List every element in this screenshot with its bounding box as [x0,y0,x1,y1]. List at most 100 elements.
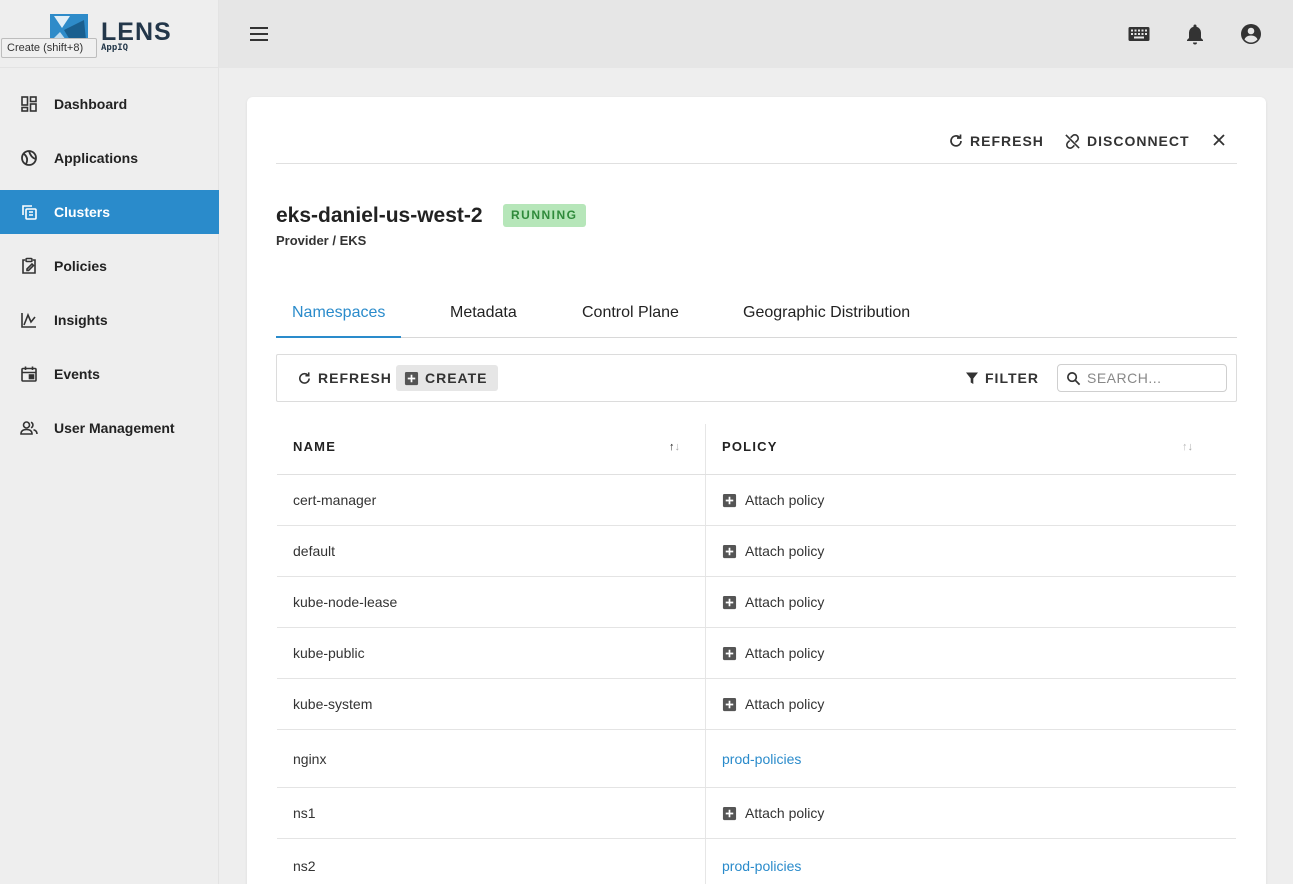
sidebar-item-user-management[interactable]: User Management [0,406,219,450]
attach-policy-button[interactable]: Attach policy [722,594,824,610]
policy-cell: Attach policy [706,788,1236,838]
sidebar-item-label: Applications [54,150,139,166]
sidebar-item-label: User Management [54,420,175,436]
namespace-name: kube-public [277,628,706,678]
sidebar-item-events[interactable]: Events [0,352,219,396]
tooltip: Create (shift+8) [1,38,97,58]
filter-icon [966,372,978,384]
policy-cell: Attach policy [706,628,1236,678]
search-icon [1067,371,1081,385]
add-box-icon [722,544,737,558]
sidebar: LENS AppIQ Create (shift+8) Dashboard Ap… [0,0,219,884]
table-row[interactable]: default Attach policy [277,526,1236,577]
filter-button[interactable]: FILTER [957,365,1049,391]
keyboard-icon[interactable] [1127,22,1151,46]
sort-icon[interactable]: ↑↓ [669,440,680,454]
tab-metadata[interactable]: Metadata [450,295,517,338]
table-row[interactable]: kube-public Attach policy [277,628,1236,679]
table-row[interactable]: ns1 Attach policy [277,788,1236,839]
provider-label: Provider / EKS [276,233,367,248]
policy-link[interactable]: prod-policies [722,858,801,874]
attach-policy-label: Attach policy [745,492,825,508]
status-badge: RUNNING [503,204,586,227]
namespace-name: cert-manager [277,475,706,525]
search-field[interactable] [1057,364,1227,392]
policy-cell: Attach policy [706,475,1236,525]
menu-icon[interactable] [249,24,269,44]
sidebar-nav: Dashboard Applications Clusters Policies… [0,82,219,460]
add-box-icon [722,646,737,660]
sidebar-item-policies[interactable]: Policies [0,244,219,288]
table-row[interactable]: nginx prod-policies [277,730,1236,788]
policy-cell: Attach policy [706,679,1236,729]
attach-policy-label: Attach policy [745,805,825,821]
attach-policy-button[interactable]: Attach policy [722,805,824,821]
table-header: NAME ↑↓ POLICY ↑↓ [277,424,1236,475]
namespace-toolbar: REFRESH CREATE FILTER [276,354,1237,402]
namespace-name: ns2 [277,839,706,884]
sort-icon[interactable]: ↑↓ [1182,440,1193,454]
disconnect-button[interactable]: DISCONNECT [1064,129,1190,153]
namespace-name: ns1 [277,788,706,838]
top-bar [219,0,1293,68]
tab-control-plane[interactable]: Control Plane [582,295,679,338]
create-namespace-button[interactable]: CREATE [396,365,498,391]
policy-cell: prod-policies [706,730,1236,787]
add-box-icon [404,371,419,385]
clusters-icon [20,203,38,221]
attach-policy-label: Attach policy [745,645,825,661]
attach-policy-button[interactable]: Attach policy [722,543,824,559]
bell-icon[interactable] [1183,22,1207,46]
namespace-name: nginx [277,730,706,787]
policy-cell: Attach policy [706,526,1236,576]
sidebar-item-clusters[interactable]: Clusters [0,190,219,234]
sidebar-item-label: Dashboard [54,96,128,112]
policy-link[interactable]: prod-policies [722,751,801,767]
table-row[interactable]: ns2 prod-policies [277,839,1236,884]
sidebar-item-label: Policies [54,258,107,274]
sidebar-item-dashboard[interactable]: Dashboard [0,82,219,126]
link-off-icon [1065,133,1080,149]
add-box-icon [722,697,737,711]
search-input[interactable] [1087,370,1217,386]
add-box-icon [722,806,737,820]
namespace-refresh-label: REFRESH [318,370,392,386]
sidebar-item-label: Clusters [54,204,111,220]
namespaces-table: NAME ↑↓ POLICY ↑↓ cert-manager Attach pol… [277,424,1236,884]
attach-policy-button[interactable]: Attach policy [722,696,824,712]
table-row[interactable]: cert-manager Attach policy [277,475,1236,526]
sidebar-item-applications[interactable]: Applications [0,136,219,180]
attach-policy-button[interactable]: Attach policy [722,645,824,661]
refresh-label: REFRESH [970,133,1044,149]
cluster-detail-card: REFRESH DISCONNECT eks-daniel-us-west-2 … [247,97,1266,884]
account-icon[interactable] [1239,22,1263,46]
events-icon [20,365,38,383]
attach-policy-label: Attach policy [745,543,825,559]
table-body: cert-manager Attach policy default Attach p… [277,475,1236,884]
dashboard-icon [20,95,38,113]
brand-sub: AppIQ [101,43,129,53]
tab-geographic-distribution[interactable]: Geographic Distribution [743,295,910,338]
namespace-name: kube-node-lease [277,577,706,627]
tab-namespaces[interactable]: Namespaces [276,295,402,338]
card-actions: REFRESH DISCONNECT [276,127,1237,164]
namespace-refresh-button[interactable]: REFRESH [289,365,402,391]
close-icon[interactable] [1210,131,1228,149]
refresh-button[interactable]: REFRESH [948,129,1044,153]
column-header-name[interactable]: NAME ↑↓ [277,424,706,474]
column-header-policy[interactable]: POLICY ↑↓ [706,424,1236,474]
sidebar-item-insights[interactable]: Insights [0,298,219,342]
table-row[interactable]: kube-node-lease Attach policy [277,577,1236,628]
sidebar-item-label: Events [54,366,100,382]
table-row[interactable]: kube-system Attach policy [277,679,1236,730]
namespace-name: kube-system [277,679,706,729]
sidebar-item-label: Insights [54,312,108,328]
insights-icon [20,311,38,329]
attach-policy-button[interactable]: Attach policy [722,492,824,508]
add-box-icon [722,493,737,507]
policy-cell: Attach policy [706,577,1236,627]
attach-policy-label: Attach policy [745,696,825,712]
refresh-icon [299,371,310,384]
users-icon [20,419,38,437]
column-label: POLICY [722,439,778,454]
